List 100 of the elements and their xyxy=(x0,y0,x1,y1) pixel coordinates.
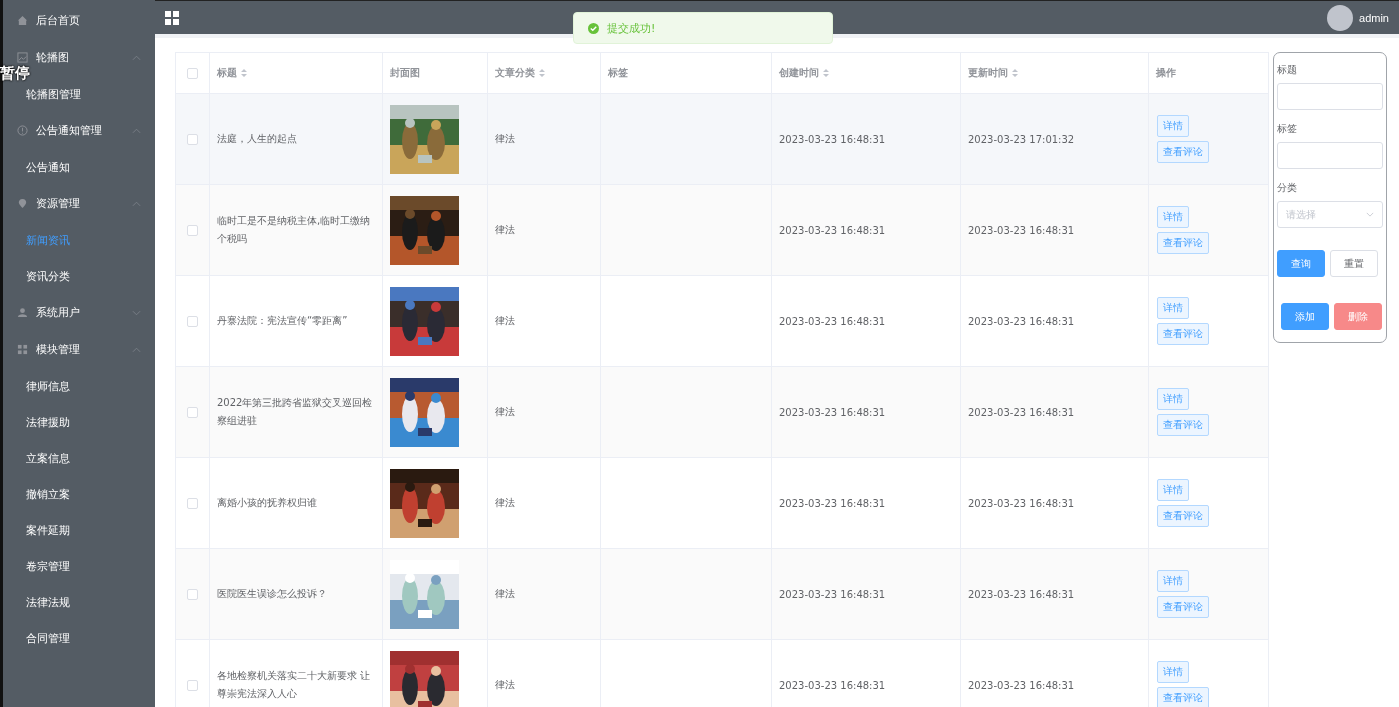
field-label: 分类 xyxy=(1277,181,1298,195)
sidebar-item[interactable]: 合同管理 xyxy=(3,620,155,656)
warning-icon xyxy=(17,125,28,136)
date-cell: 2023-03-23 16:48:31 xyxy=(779,224,886,236)
date-cell: 2023-03-23 16:48:31 xyxy=(779,588,886,600)
date-cell: 2023-03-23 16:48:31 xyxy=(968,224,1075,236)
danger-button[interactable]: 删除 xyxy=(1334,303,1382,330)
category-cell: 律法 xyxy=(495,587,515,601)
title-cell-text: 2022年第三批跨省监狱交叉巡回检察组进驻 xyxy=(217,396,374,428)
user-name[interactable]: admin xyxy=(1359,11,1389,24)
select-all-checkbox[interactable] xyxy=(187,67,198,79)
detail-button[interactable]: 详情 xyxy=(1157,570,1189,592)
date-cell: 2023-03-23 16:48:31 xyxy=(968,315,1075,327)
sidebar-menu[interactable]: 模块管理 xyxy=(36,342,80,357)
location-icon xyxy=(17,198,28,209)
title-cell-text: 临时工是不是纳税主体,临时工缴纳个税吗 xyxy=(217,214,372,246)
sidebar-item[interactable]: 资讯分类 xyxy=(3,258,155,294)
detail-button[interactable]: 详情 xyxy=(1157,297,1189,319)
category-cell: 律法 xyxy=(495,223,515,237)
sidebar-menu[interactable]: 系统用户 xyxy=(36,305,80,320)
date-cell: 2023-03-23 16:48:31 xyxy=(779,315,886,327)
row-checkbox[interactable] xyxy=(187,406,198,418)
column-header[interactable]: 更新时间 xyxy=(968,66,1008,80)
column-header: 封面图 xyxy=(390,66,420,80)
chevron-down-icon xyxy=(1366,212,1374,217)
date-cell: 2023-03-23 16:48:31 xyxy=(779,497,886,509)
detail-button[interactable]: 详情 xyxy=(1157,388,1189,410)
category-cell: 律法 xyxy=(495,132,515,146)
field-label: 标题 xyxy=(1277,63,1298,77)
date-cell: 2023-03-23 16:48:31 xyxy=(968,588,1075,600)
row-checkbox[interactable] xyxy=(187,497,198,509)
comments-button[interactable]: 查看评论 xyxy=(1157,141,1209,163)
detail-button[interactable]: 详情 xyxy=(1157,479,1189,501)
sort-icon[interactable] xyxy=(539,68,545,78)
title-cell-text: 法庭，人生的起点 xyxy=(217,132,297,146)
menu-icon[interactable] xyxy=(165,10,179,25)
check-icon xyxy=(588,22,599,34)
sort-icon[interactable] xyxy=(823,68,829,78)
sidebar-item[interactable]: 撤销立案 xyxy=(3,476,155,512)
chevron-down-icon[interactable] xyxy=(132,309,141,316)
sidebar-item[interactable]: 卷宗管理 xyxy=(3,548,155,584)
input-field[interactable] xyxy=(1277,142,1383,169)
row-checkbox[interactable] xyxy=(187,679,198,691)
chevron-up-icon[interactable] xyxy=(132,54,141,61)
detail-button[interactable]: 详情 xyxy=(1157,206,1189,228)
column-header: 标签 xyxy=(608,66,628,80)
user-icon xyxy=(17,307,28,318)
sidebar-item[interactable]: 案件延期 xyxy=(3,512,155,548)
chevron-up-icon[interactable] xyxy=(132,346,141,353)
comments-button[interactable]: 查看评论 xyxy=(1157,596,1209,618)
plain-button[interactable]: 重置 xyxy=(1330,250,1378,277)
comments-button[interactable]: 查看评论 xyxy=(1157,505,1209,527)
sidebar-item[interactable]: 公告通知 xyxy=(3,149,155,185)
date-cell: 2023-03-23 16:48:31 xyxy=(968,406,1075,418)
comments-button[interactable]: 查看评论 xyxy=(1157,323,1209,345)
date-cell: 2023-03-23 16:48:31 xyxy=(779,133,886,145)
column-header[interactable]: 文章分类 xyxy=(495,66,535,80)
chevron-up-icon[interactable] xyxy=(132,200,141,207)
column-header[interactable]: 创建时间 xyxy=(779,66,819,80)
toast-message: 提交成功! xyxy=(607,20,656,36)
title-cell-text: 医院医生误诊怎么投诉？ xyxy=(217,587,327,601)
row-checkbox[interactable] xyxy=(187,315,198,327)
row-checkbox[interactable] xyxy=(187,588,198,600)
sidebar-menu[interactable]: 资源管理 xyxy=(36,196,80,211)
sidebar-item[interactable]: 新闻资讯 xyxy=(3,222,155,258)
paused-label: 暂停 xyxy=(0,64,30,83)
row-checkbox[interactable] xyxy=(187,224,198,236)
primary-button[interactable]: 查询 xyxy=(1277,250,1325,277)
category-cell: 律法 xyxy=(495,496,515,510)
sidebar-menu[interactable]: 轮播图 xyxy=(36,50,69,65)
category-cell: 律法 xyxy=(495,314,515,328)
home-icon xyxy=(17,15,28,26)
primary-button[interactable]: 添加 xyxy=(1281,303,1329,330)
row-checkbox[interactable] xyxy=(187,133,198,145)
title-cell-text: 丹寨法院：宪法宣传“零距离” xyxy=(217,314,348,328)
date-cell: 2023-03-23 16:48:31 xyxy=(968,679,1075,691)
column-header: 操作 xyxy=(1156,66,1176,80)
detail-button[interactable]: 详情 xyxy=(1157,661,1189,683)
sidebar-item[interactable]: 立案信息 xyxy=(3,440,155,476)
date-cell: 2023-03-23 16:48:31 xyxy=(779,406,886,418)
avatar-icon[interactable] xyxy=(1327,4,1354,31)
category-cell: 律法 xyxy=(495,405,515,419)
sort-icon[interactable] xyxy=(1012,68,1018,78)
date-cell: 2023-03-23 17:01:32 xyxy=(968,133,1075,145)
title-cell-text: 离婚小孩的抚养权归谁 xyxy=(217,496,317,510)
sidebar-item[interactable]: 后台首页 xyxy=(3,2,155,39)
comments-button[interactable]: 查看评论 xyxy=(1157,687,1209,707)
title-cell-text: 各地检察机关落实二十大新要求 让尊崇宪法深入人心 xyxy=(217,669,372,701)
field-label: 标签 xyxy=(1277,122,1298,136)
sidebar-item[interactable]: 法律援助 xyxy=(3,404,155,440)
detail-button[interactable]: 详情 xyxy=(1157,115,1189,137)
input-field[interactable] xyxy=(1277,83,1383,110)
comments-button[interactable]: 查看评论 xyxy=(1157,414,1209,436)
sort-icon[interactable] xyxy=(241,68,247,78)
sidebar-item[interactable]: 律师信息 xyxy=(3,368,155,404)
sidebar-menu[interactable]: 公告通知管理 xyxy=(36,123,102,138)
column-header[interactable]: 标题 xyxy=(217,64,237,82)
sidebar-item[interactable]: 法律法规 xyxy=(3,584,155,620)
comments-button[interactable]: 查看评论 xyxy=(1157,232,1209,254)
chevron-up-icon[interactable] xyxy=(132,127,141,134)
